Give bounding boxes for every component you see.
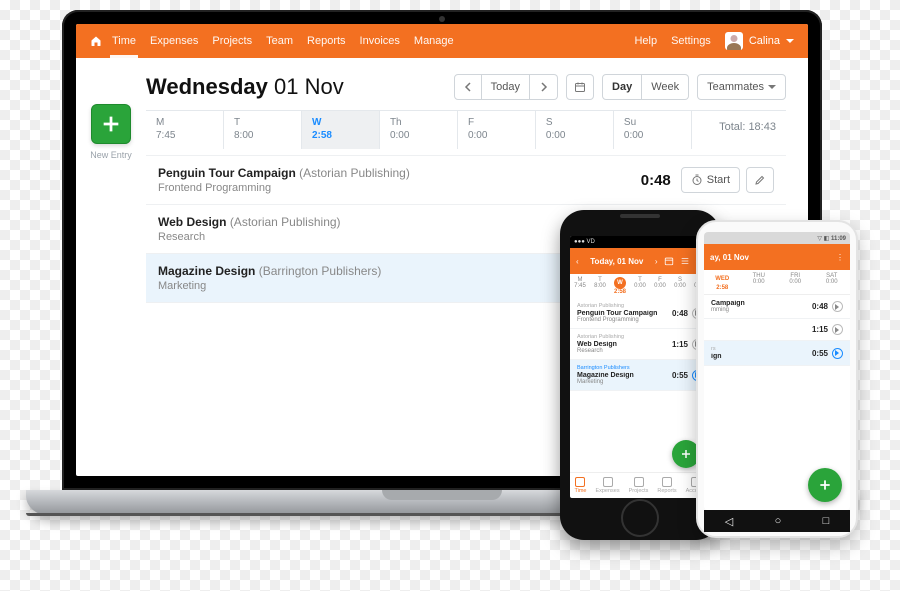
view-controls: Today Day Week [454,74,786,100]
week-bar: M7:45 T8:00 W2:58 Th0:00 F0:00 S0:00 Su0… [146,110,786,149]
top-nav: Time Expenses Projects Team Reports Invo… [76,24,808,58]
time-entry[interactable]: Penguin Tour Campaign (Astorian Publishi… [146,155,786,204]
nav-tab-manage[interactable]: Manage [414,35,454,47]
entry-info: Penguin Tour Campaign (Astorian Publishi… [158,166,641,194]
android-week-bar: WED2:58 THU0:00 FRI0:00 SAT0:00 [704,270,850,295]
chevron-down-icon [786,39,794,47]
weekday-sun[interactable]: Su0:00 [614,111,692,149]
weekday-wed[interactable]: W2:58 [302,111,380,149]
android-nav-bar: ◁ ○ □ [704,510,850,532]
android-status-bar: ▽ ◧ 11:09 [704,232,850,244]
weekday-mon[interactable]: M7:45 [146,111,224,149]
android-home-icon[interactable]: ○ [775,515,782,527]
weekday-thu[interactable]: Th0:00 [380,111,458,149]
user-name: Calina [749,35,780,47]
more-icon[interactable]: ⋮ [836,253,844,262]
nav-tab-projects[interactable]: Projects [212,35,252,47]
date-weekday: Wednesday [146,74,268,99]
android-entry[interactable]: rsign 0:55 [704,341,850,366]
home-icon[interactable] [90,35,102,47]
weekday-fri[interactable]: F0:00 [458,111,536,149]
week-view-button[interactable]: Week [642,74,689,100]
next-day-button[interactable] [530,74,558,100]
nav-tab-invoices[interactable]: Invoices [360,35,400,47]
android-back-icon[interactable]: ◁ [725,515,733,528]
entry-actions: Start [681,167,774,193]
avatar [725,32,743,50]
android-nav-title: ay, 01 Nov [710,253,830,262]
android-screen: ▽ ◧ 11:09 ay, 01 Nov ⋮ WED2:58 THU0:00 F… [704,232,850,510]
ios-day-sat[interactable]: S0:00 [670,274,690,298]
android-recents-icon[interactable]: □ [823,515,830,527]
ios-day-tue[interactable]: T8:00 [590,274,610,298]
ios-day-wed[interactable]: W2:58 [610,274,630,298]
nav-tab-expenses[interactable]: Expenses [150,35,198,47]
android-entry[interactable]: Campaignmming 0:48 [704,295,850,319]
calendar-icon[interactable] [664,256,674,266]
nav-settings[interactable]: Settings [671,35,711,47]
ios-app-nav: ‹ Today, 01 Nov › ••• [570,248,710,274]
teammates-dropdown[interactable]: Teammates [697,74,786,100]
view-mode-group: Day Week [602,74,689,100]
android-day-sat[interactable]: SAT0:00 [814,270,851,294]
week-total: Total: 18:43 [692,111,786,149]
date-nav-group: Today [454,74,558,100]
weekday-tue[interactable]: T8:00 [224,111,302,149]
phone-ios-screen: ●●● VD🔋 ‹ Today, 01 Nov › ••• M7:45 T8:0… [570,236,710,498]
start-timer-button[interactable]: Start [681,167,740,193]
chevron-down-icon [768,85,776,93]
android-entry[interactable]: 1:15 [704,319,850,341]
edit-entry-button[interactable] [746,167,774,193]
nav-tab-team[interactable]: Team [266,35,293,47]
nav-right: Help Settings Calina [634,32,794,50]
laptop-camera [439,16,445,22]
ios-day-mon[interactable]: M7:45 [570,274,590,298]
android-day-wed[interactable]: WED2:58 [704,270,741,294]
play-icon[interactable] [832,324,843,335]
ios-nav-title: Today, 01 Nov [585,257,649,266]
entry-duration: 0:48 [641,172,671,189]
android-day-fri[interactable]: FRI0:00 [777,270,814,294]
header-row: Wednesday 01 Nov Today [146,74,786,100]
ios-entry[interactable]: Barrington PublishersMagazine DesignMark… [570,360,710,391]
nav-help[interactable]: Help [634,35,657,47]
play-icon[interactable] [832,301,843,312]
prev-icon[interactable]: ‹ [576,257,579,266]
new-entry-label: New Entry [90,150,132,160]
nav-tab-time[interactable]: Time [112,35,136,47]
calendar-button[interactable] [566,74,594,100]
play-icon[interactable] [832,348,843,359]
day-view-button[interactable]: Day [602,74,642,100]
nav-tabs: Time Expenses Projects Team Reports Invo… [112,35,454,47]
ios-tab-projects[interactable]: Projects [629,477,649,494]
ios-day-thu[interactable]: T0:00 [630,274,650,298]
prev-day-button[interactable] [454,74,482,100]
nav-tab-reports[interactable]: Reports [307,35,346,47]
ios-day-fri[interactable]: F0:00 [650,274,670,298]
list-icon[interactable] [680,256,690,266]
new-entry-button[interactable] [91,104,131,144]
today-button[interactable]: Today [482,74,530,100]
android-app-nav: ay, 01 Nov ⋮ [704,244,850,270]
ios-status-bar: ●●● VD🔋 [570,236,710,248]
ios-entry[interactable]: Astorian PublishingWeb DesignResearch 1:… [570,329,710,360]
ios-week-bar: M7:45 T8:00 W2:58 T0:00 F0:00 S0:00 S0:0… [570,274,710,298]
page-title: Wednesday 01 Nov [146,74,344,100]
ios-entry[interactable]: Astorian PublishingPenguin Tour Campaign… [570,298,710,329]
nav-user[interactable]: Calina [725,32,794,50]
teammates-label: Teammates [707,81,764,93]
ios-tab-time[interactable]: Time [574,477,586,494]
ios-tab-reports[interactable]: Reports [657,477,676,494]
weekday-sat[interactable]: S0:00 [536,111,614,149]
android-day-thu[interactable]: THU0:00 [741,270,778,294]
sidebar: New Entry [76,58,146,476]
phone-android: ▽ ◧ 11:09 ay, 01 Nov ⋮ WED2:58 THU0:00 F… [696,220,858,538]
date-daymonth: 01 Nov [274,74,344,99]
android-add-button[interactable] [808,468,842,502]
ios-tab-expenses[interactable]: Expenses [595,477,619,494]
ios-tab-bar: Time Expenses Projects Reports Account [570,472,710,498]
next-icon[interactable]: › [655,257,658,266]
